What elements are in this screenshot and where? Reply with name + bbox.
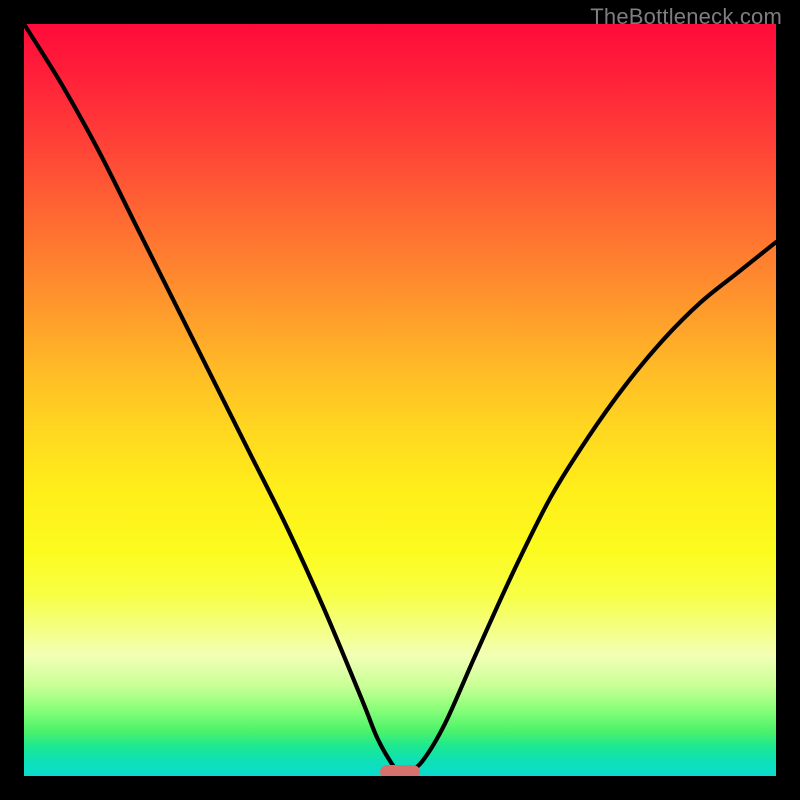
bottleneck-curve (24, 24, 776, 776)
plot-area (24, 24, 776, 776)
chart-frame: TheBottleneck.com (0, 0, 800, 800)
watermark-text: TheBottleneck.com (590, 4, 782, 30)
optimal-marker (380, 765, 420, 776)
